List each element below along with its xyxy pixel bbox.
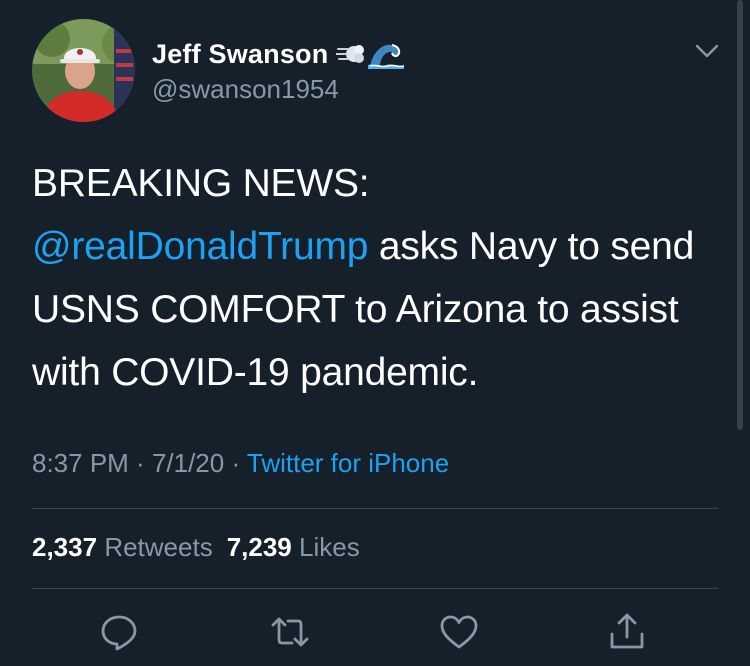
author-block: Jeff Swanson @swanson1954 <box>152 36 405 105</box>
tweet-metadata: 8:37 PM · 7/1/20 · Twitter for iPhone <box>32 448 449 479</box>
likes-label: Likes <box>299 532 360 562</box>
tweet-text: BREAKING NEWS: @realDonaldTrump asks Navy… <box>32 152 722 404</box>
share-icon[interactable] <box>607 612 647 652</box>
retweets-stat[interactable]: 2,337 Retweets <box>32 532 213 562</box>
handle[interactable]: @swanson1954 <box>152 74 404 105</box>
likes-stat[interactable]: 7,239 Likes <box>227 532 360 562</box>
likes-count: 7,239 <box>226 532 292 562</box>
meta-separator: · <box>224 448 247 478</box>
divider <box>32 588 718 589</box>
mention-link[interactable]: @realDonaldTrump <box>32 225 368 268</box>
display-name[interactable]: Jeff Swanson <box>152 39 328 70</box>
retweet-icon[interactable] <box>270 612 310 652</box>
action-bar <box>0 612 750 652</box>
dash-emoji-icon <box>336 41 366 67</box>
retweets-label: Retweets <box>104 532 213 562</box>
tweet-time[interactable]: 8:37 PM <box>32 448 129 478</box>
tweet-source-link[interactable]: Twitter for iPhone <box>247 448 449 478</box>
avatar-photo <box>32 19 135 122</box>
like-icon[interactable] <box>439 612 479 652</box>
tweet-text-line1: BREAKING NEWS: <box>32 162 370 205</box>
name-row: Jeff Swanson <box>152 36 405 72</box>
reply-icon[interactable] <box>99 612 139 652</box>
tweet-date[interactable]: 7/1/20 <box>152 448 224 478</box>
retweets-count: 2,337 <box>32 532 98 562</box>
scrollbar[interactable] <box>737 0 743 430</box>
chevron-down-icon[interactable] <box>694 40 720 62</box>
divider <box>32 508 718 509</box>
avatar[interactable] <box>32 19 135 122</box>
tweet-card: Jeff Swanson @swanson1954 BREAKING NEWS:… <box>0 0 750 666</box>
water-wave-emoji-icon <box>368 39 405 69</box>
meta-separator: · <box>128 448 152 478</box>
engagement-stats: 2,337 Retweets 7,239 Likes <box>32 532 360 563</box>
